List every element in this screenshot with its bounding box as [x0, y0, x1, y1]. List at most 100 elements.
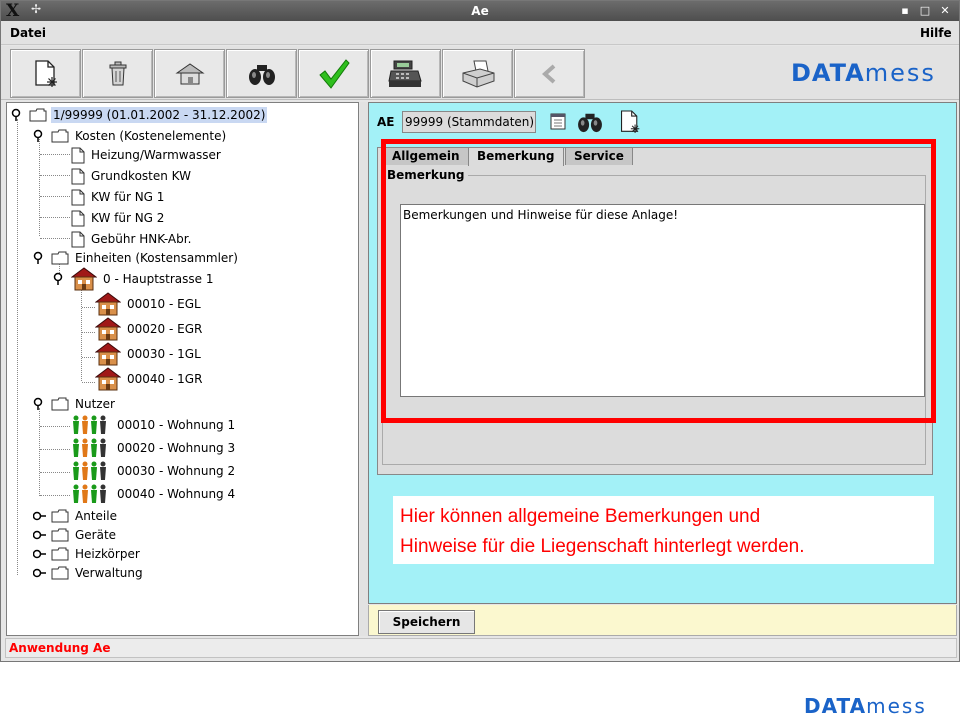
expanded-handle-icon[interactable] [33, 129, 45, 143]
document-icon [71, 231, 85, 247]
tree-node-kosten-item[interactable]: Heizung/Warmwasser [71, 145, 223, 165]
toolbar: DATAmess [1, 46, 959, 100]
callout-line-1: Hier können allgemeine Bemerkungen und [400, 506, 761, 527]
expanded-handle-icon[interactable] [11, 108, 23, 122]
highlight-frame [381, 139, 936, 423]
tree-node-geraete[interactable]: Geräte [33, 525, 118, 545]
document-icon [71, 168, 85, 184]
trash-icon [109, 61, 126, 85]
expanded-handle-icon[interactable] [33, 397, 45, 411]
tree-node-unit[interactable]: 00020 - EGR [95, 317, 204, 341]
cash-register-icon [387, 60, 422, 87]
tree-node-kosten-item[interactable]: Grundkosten KW [71, 166, 193, 186]
title-bar: X ✢ Ae ▪ □ ✕ [1, 1, 959, 21]
tree-node-tenant[interactable]: 00040 - Wohnung 4 [71, 484, 237, 504]
tree-line [40, 449, 70, 450]
confirm-button[interactable] [298, 49, 369, 98]
home-button[interactable] [154, 49, 225, 98]
checkmark-icon [318, 58, 350, 89]
tree-line [82, 332, 95, 333]
folder-icon [51, 397, 69, 411]
tree-line [40, 196, 70, 197]
house-icon [95, 292, 121, 316]
house-icon [71, 267, 97, 291]
menu-datei[interactable]: Datei [10, 26, 46, 40]
status-bar: Anwendung Ae [5, 638, 957, 658]
folder-icon [51, 528, 69, 542]
tree-node-house[interactable]: 0 - Hauptstrasse 1 [53, 267, 215, 291]
folder-icon [51, 566, 69, 580]
expanded-handle-icon[interactable] [33, 251, 45, 265]
delete-button[interactable] [82, 49, 153, 98]
expanded-handle-icon[interactable] [53, 272, 65, 286]
status-text: Anwendung Ae [9, 641, 111, 655]
new-button[interactable] [10, 49, 81, 98]
back-arrow-icon [541, 64, 555, 83]
tree-node-root[interactable]: 1/99999 (01.01.2002 - 31.12.2002) [11, 105, 268, 125]
tree-node-einheiten[interactable]: Einheiten (Kostensammler) [33, 248, 240, 268]
binoculars-icon [248, 64, 275, 85]
tree-node-nutzer[interactable]: Nutzer [33, 394, 117, 414]
tree-line [39, 408, 40, 496]
tree-node-unit[interactable]: 00040 - 1GR [95, 367, 204, 391]
tree-node-unit[interactable]: 00030 - 1GL [95, 342, 203, 366]
new-document-icon[interactable] [619, 109, 641, 135]
splitter[interactable] [360, 102, 368, 636]
tree-node-anteile[interactable]: Anteile [33, 506, 119, 526]
back-button[interactable] [514, 49, 585, 98]
tree-node-tenant[interactable]: 00030 - Wohnung 2 [71, 461, 237, 481]
tree-node-kosten-item[interactable]: KW für NG 2 [71, 208, 166, 228]
document-icon [71, 210, 85, 226]
fax-printer-icon [462, 60, 494, 88]
folder-icon [51, 547, 69, 561]
minimize-icon[interactable]: ▪ [897, 3, 913, 18]
collapsed-handle-icon[interactable] [33, 549, 47, 559]
bottom-bar: Speichern [368, 605, 957, 636]
tree-line [17, 119, 18, 575]
menu-bar: Datei Hilfe [1, 21, 959, 45]
binoculars-icon[interactable] [577, 111, 603, 133]
calendar-icon[interactable] [549, 111, 567, 131]
tree-node-unit[interactable]: 00010 - EGL [95, 292, 203, 316]
document-icon [71, 147, 85, 163]
ae-field[interactable]: 99999 (Stammdaten) [402, 111, 536, 133]
collapsed-handle-icon[interactable] [33, 568, 47, 578]
maximize-icon[interactable]: □ [917, 3, 933, 18]
document-icon [71, 189, 85, 205]
brand-logo: DATAmess [791, 59, 936, 87]
collapsed-handle-icon[interactable] [33, 530, 47, 540]
tree-line [40, 175, 70, 176]
menu-hilfe[interactable]: Hilfe [920, 26, 952, 40]
ae-label: AE [377, 115, 395, 129]
new-document-icon [34, 59, 57, 87]
callout-text: Hier können allgemeine Bemerkungen und H… [393, 496, 934, 564]
tree-line [40, 238, 70, 239]
window-title: Ae [471, 4, 489, 18]
tree-line [40, 154, 70, 155]
footer-brand-logo: DATAmess [804, 694, 927, 718]
tree-node-kosten[interactable]: Kosten (Kostenelemente) [33, 126, 228, 146]
folder-icon [29, 108, 47, 122]
tree-line [40, 495, 70, 496]
tenants-icon [73, 461, 106, 480]
tree-line [82, 382, 95, 383]
tenants-icon [73, 484, 106, 503]
tree-node-verwaltung[interactable]: Verwaltung [33, 563, 145, 583]
billing-button[interactable] [370, 49, 441, 98]
search-button[interactable] [226, 49, 297, 98]
print-button[interactable] [442, 49, 513, 98]
house-icon [95, 317, 121, 341]
collapsed-handle-icon[interactable] [33, 511, 47, 521]
tree-node-kosten-item[interactable]: Gebühr HNK-Abr. [71, 229, 193, 249]
save-button[interactable]: Speichern [378, 610, 475, 634]
tree-line [40, 217, 70, 218]
tree-node-tenant[interactable]: 00020 - Wohnung 3 [71, 438, 237, 458]
tree-node-tenant[interactable]: 00010 - Wohnung 1 [71, 415, 237, 435]
tree-node-kosten-item[interactable]: KW für NG 1 [71, 187, 166, 207]
tenants-icon [73, 438, 106, 457]
folder-icon [51, 509, 69, 523]
house-icon [95, 367, 121, 391]
tree-node-heizkoerper[interactable]: Heizkörper [33, 544, 142, 564]
house-icon [95, 342, 121, 366]
close-icon[interactable]: ✕ [937, 3, 953, 18]
